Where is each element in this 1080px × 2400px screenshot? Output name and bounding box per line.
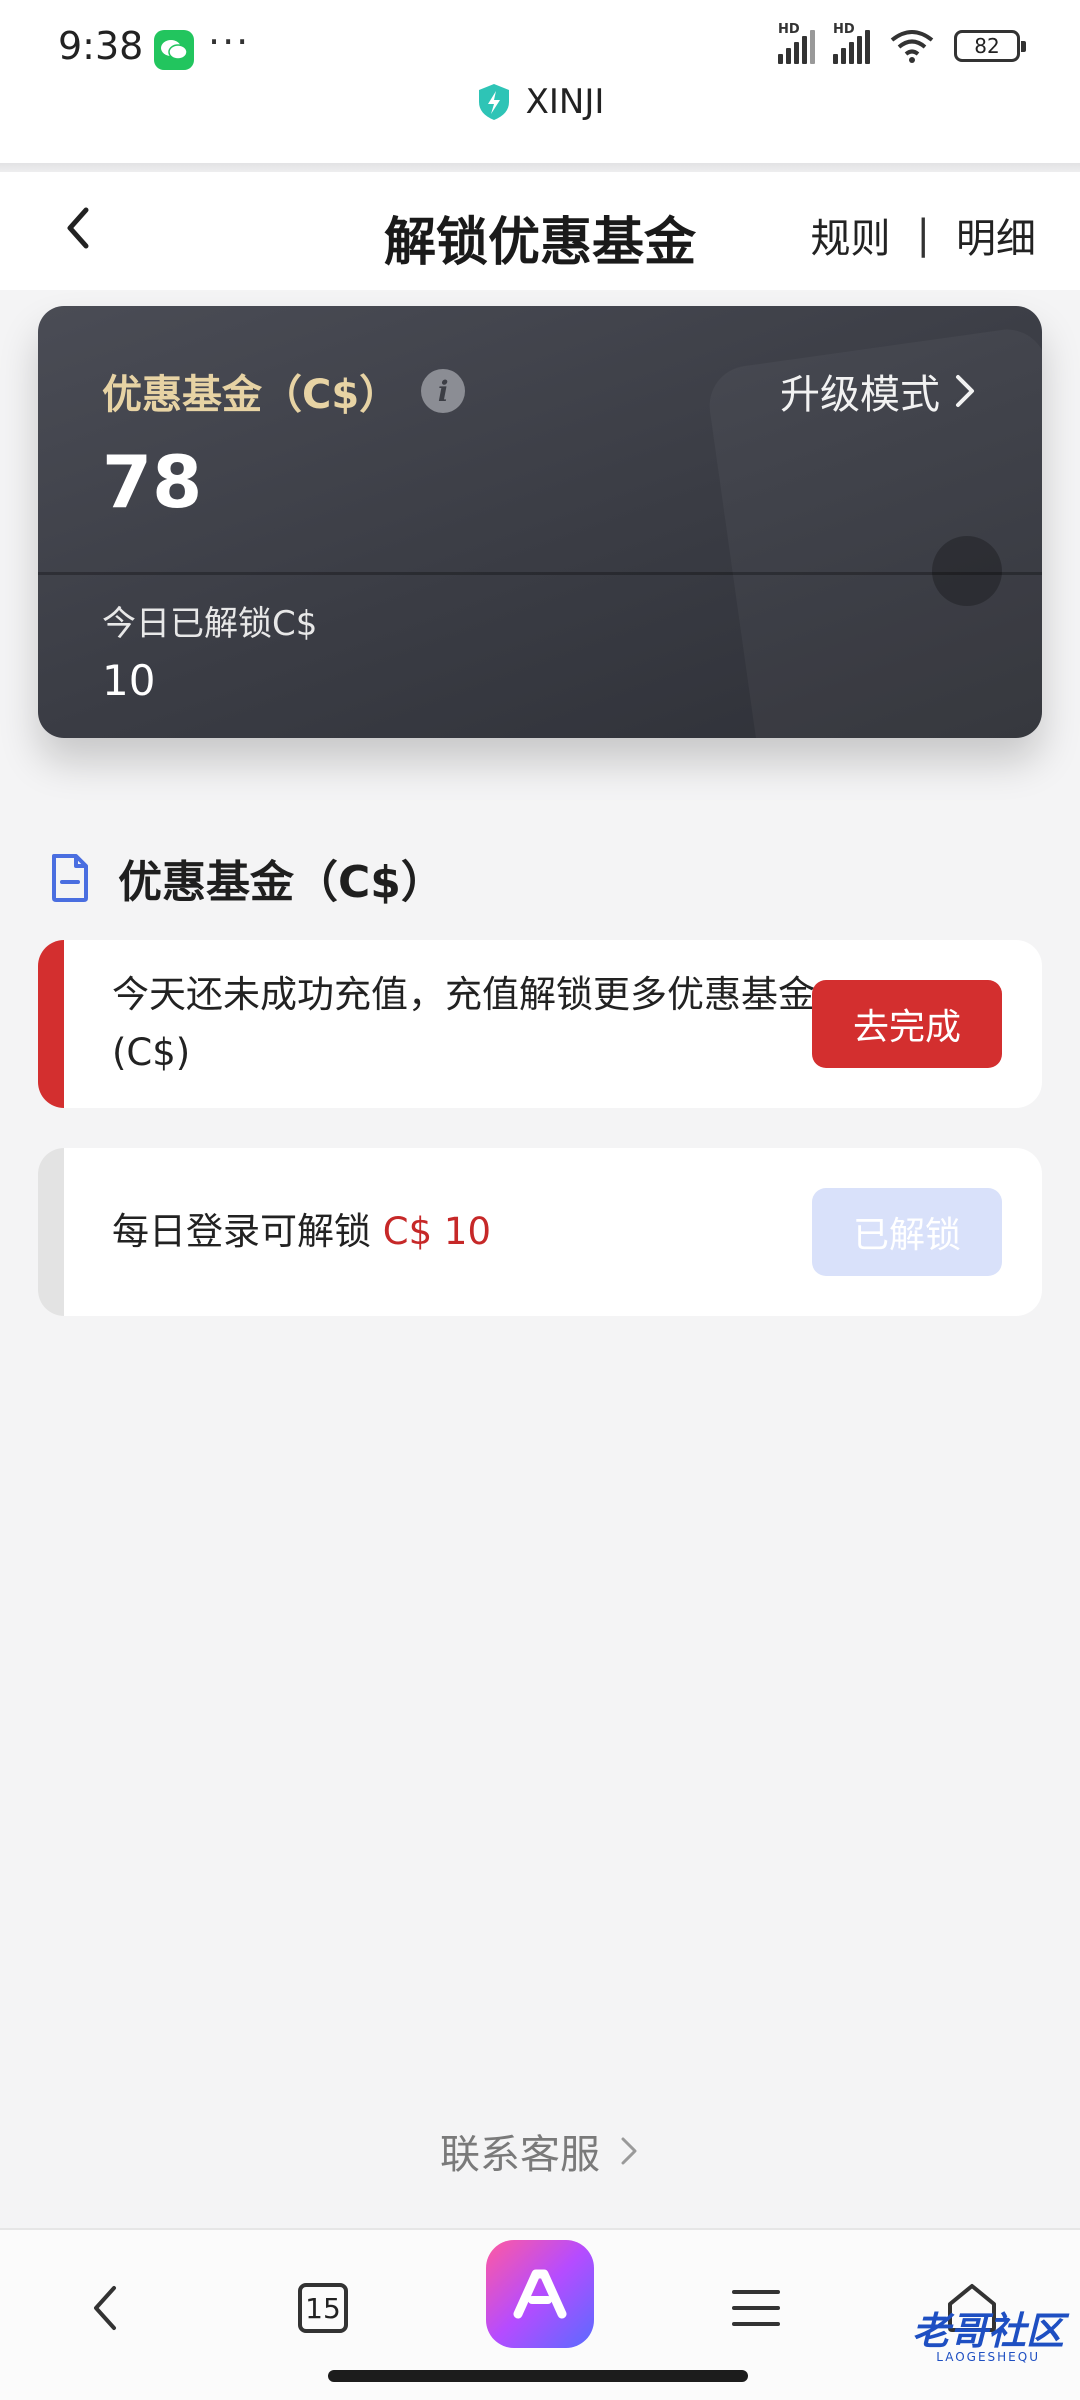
complete-button[interactable]: 去完成 [812,980,1002,1068]
home-indicator[interactable] [328,2370,748,2382]
nav-menu-button[interactable] [716,2268,796,2348]
unlock-amount: C$ 10 [382,1210,491,1253]
more-dots-icon: ··· [208,20,251,64]
unlocked-button: 已解锁 [812,1188,1002,1276]
page-header: 解锁优惠基金 规则 | 明细 [0,172,1080,290]
watermark-subtext: LAOGESHEQU [936,2350,1040,2364]
header-separator: | [916,212,930,258]
nav-back-button[interactable] [66,2268,146,2348]
details-link[interactable]: 明细 [956,206,1036,264]
chevron-right-icon [956,375,974,407]
header-links: 规则 | 明细 [811,206,1036,264]
tabs-icon: 15 [298,2283,348,2333]
card-divider [38,572,1042,575]
shield-bolt-icon [478,84,509,120]
today-unlocked-value: 10 [102,656,156,705]
site-identity: XINJI [0,82,1080,122]
fund-card: 优惠基金（C$） i 升级模式 78 今日已解锁C$ 10 [38,306,1042,738]
today-unlocked-label: 今日已解锁C$ [102,604,318,644]
chevron-right-icon [621,2137,637,2165]
site-name: XINJI [525,82,605,122]
task-card-login: 每日登录可解锁 C$ 10 已解锁 [38,1148,1042,1316]
task-status-bar [38,940,64,1108]
section-title: 优惠基金（C$） [118,857,445,908]
task-description: 今天还未成功充值，充值解锁更多优惠基金 (C$) [112,973,815,1074]
section-header: 优惠基金（C$） [48,846,445,910]
signal-icon-2: HD [833,22,870,64]
wallet-clasp [932,536,1002,606]
status-bar: 9:38 ··· HD HD 82 XINJI [0,0,1080,165]
status-time: 9:38 [58,24,144,68]
back-icon [94,2286,116,2330]
fund-balance: 78 [102,440,203,524]
menu-icon [732,2290,780,2326]
task-card-recharge: 今天还未成功充值，充值解锁更多优惠基金 (C$) 去完成 [38,940,1042,1108]
task-description: 每日登录可解锁 C$ 10 [112,1210,491,1253]
info-icon[interactable]: i [421,369,466,413]
document-icon [52,854,88,902]
nav-tabs-button[interactable]: 15 [283,2268,363,2348]
app-logo-icon [513,2269,567,2319]
status-icons: HD HD 82 [778,22,1026,64]
battery-icon: 82 [954,30,1026,62]
task-status-bar [38,1148,64,1316]
fund-label: 优惠基金（C$） i [102,362,466,420]
signal-icon: HD [778,22,815,64]
wechat-icon [154,30,194,70]
rules-link[interactable]: 规则 [811,206,891,264]
upgrade-mode-link[interactable]: 升级模式 [780,362,978,420]
wifi-icon [890,30,934,63]
contact-support-link[interactable]: 联系客服 [0,2122,1080,2180]
app-logo-button[interactable] [486,2240,594,2348]
watermark-logo: 老哥社区 [911,2309,1064,2353]
